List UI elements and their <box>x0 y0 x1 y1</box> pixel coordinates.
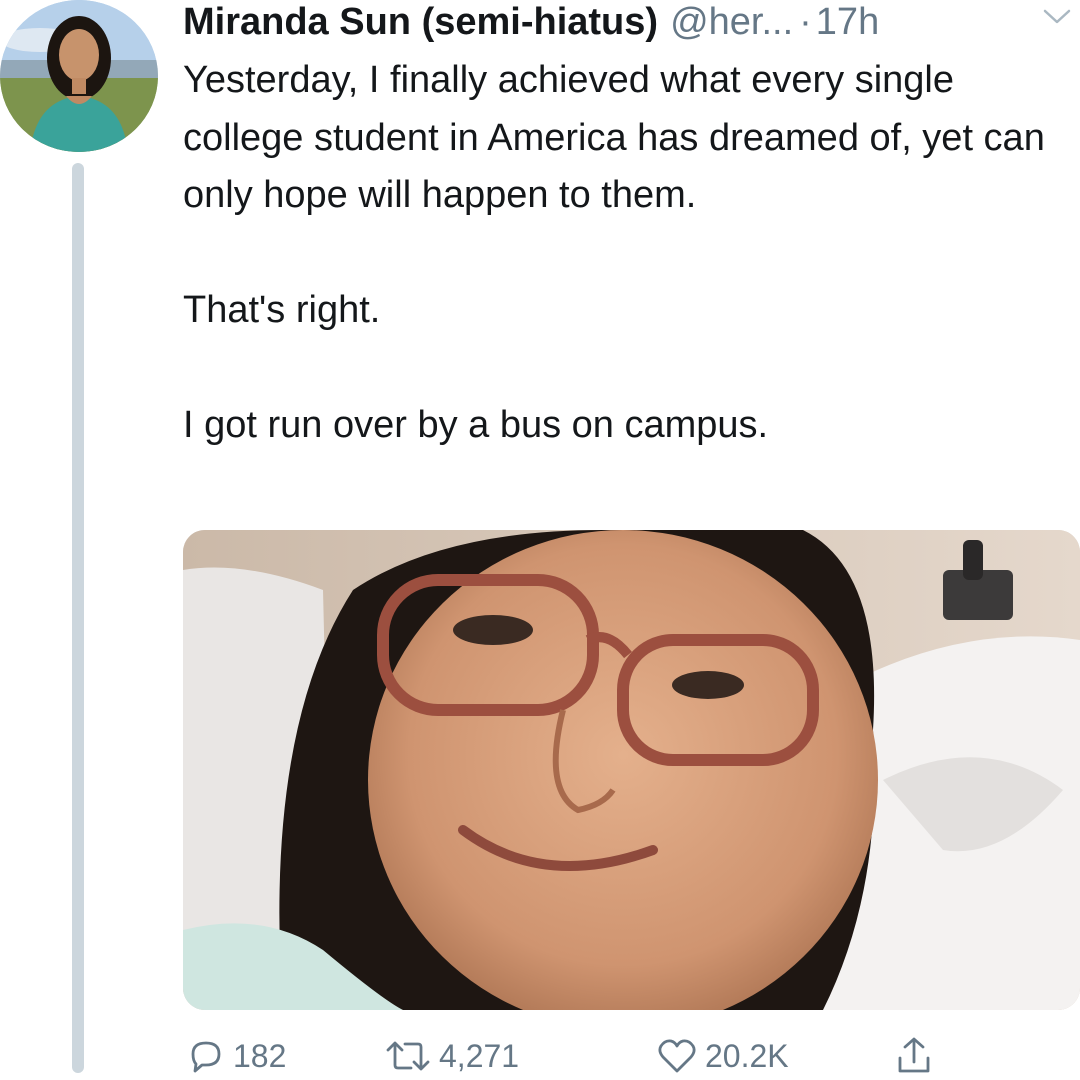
selfie-photo <box>183 530 1080 1010</box>
handle[interactable]: @her... <box>670 0 793 44</box>
avatar-photo <box>0 0 158 152</box>
chevron-down-icon[interactable] <box>1042 6 1072 28</box>
tweet-text: Yesterday, I finally achieved what every… <box>183 52 1073 455</box>
tweet-actions: 182 4,271 20.2K <box>183 1032 1073 1080</box>
retweet-button[interactable]: 4,271 <box>385 1032 519 1080</box>
tweet-media-image[interactable] <box>183 530 1080 1010</box>
separator-dot: · <box>799 1 812 43</box>
reply-button[interactable]: 182 <box>187 1032 286 1080</box>
tweet: Miranda Sun (semi-hiatus) @her... · 17h … <box>0 0 1080 1080</box>
reply-count: 182 <box>233 1037 287 1074</box>
retweet-count: 4,271 <box>439 1037 520 1074</box>
display-name[interactable]: Miranda Sun (semi-hiatus) <box>183 0 658 44</box>
tweet-header: Miranda Sun (semi-hiatus) @her... · 17h <box>183 0 1073 48</box>
tweet-paragraph: That's right. <box>183 289 381 331</box>
heart-icon <box>658 1039 696 1073</box>
avatar[interactable] <box>0 0 158 152</box>
like-count: 20.2K <box>705 1037 789 1074</box>
timestamp[interactable]: 17h <box>816 0 879 44</box>
reply-icon <box>191 1041 221 1073</box>
retweet-icon <box>386 1041 430 1071</box>
share-button[interactable] <box>895 1032 933 1080</box>
like-button[interactable]: 20.2K <box>657 1032 789 1080</box>
share-icon <box>898 1037 930 1073</box>
tweet-paragraph: Yesterday, I finally achieved what every… <box>183 59 1045 216</box>
thread-line <box>72 163 84 1073</box>
tweet-paragraph: I got run over by a bus on campus. <box>183 404 769 446</box>
